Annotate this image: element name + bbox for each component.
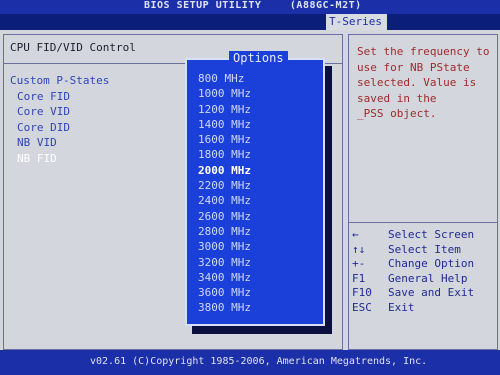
tab-t-series[interactable]: T-Series <box>326 14 387 30</box>
option-item[interactable]: 3600 MHz <box>198 285 251 300</box>
board-model: (A88GC-M2T) <box>289 0 362 11</box>
help-line: _PSS object. <box>357 107 437 120</box>
option-item[interactable]: 3000 MHz <box>198 239 251 254</box>
menu-item[interactable]: Custom P-States <box>10 73 109 89</box>
options-popup: Options 800 MHz 1000 MHz 1200 MHz 1400 MHz 1… <box>185 51 325 326</box>
key-description: Change Option <box>388 257 475 270</box>
key-label: F10 <box>352 286 372 299</box>
help-text: Set the frequency to use for NB PState sel… <box>357 44 492 122</box>
help-line: saved in the <box>357 91 437 105</box>
help-line: Set the frequency to <box>357 45 490 58</box>
key-row: +- Change Option <box>352 257 474 272</box>
key-label: +- <box>352 257 366 270</box>
option-item[interactable]: 1600 MHz <box>198 132 251 147</box>
option-item[interactable]: 800 MHz <box>198 71 251 86</box>
option-item[interactable]: 3800 MHz <box>198 300 251 315</box>
copyright-text: v02.61 (C)Copyright 1985-2006, American … <box>90 356 428 367</box>
option-item[interactable]: 2200 MHz <box>198 178 251 193</box>
option-item[interactable]: 2000 MHz <box>198 163 251 178</box>
option-item[interactable]: 1000 MHz <box>198 86 251 101</box>
option-item[interactable]: 2600 MHz <box>198 209 251 224</box>
option-item[interactable]: 2400 MHz <box>198 193 251 208</box>
options-list: 800 MHz 1000 MHz 1200 MHz 1400 MHz 1600 MHz 1… <box>198 71 251 316</box>
key-label: ESC <box>352 300 372 314</box>
menu-item[interactable]: Core FID <box>10 89 109 105</box>
menu-item[interactable]: NB VID <box>10 135 109 151</box>
settings-list: Custom P-States Core FID Core VID Core DID N… <box>10 73 109 166</box>
popup-title: Options <box>229 51 288 65</box>
option-item[interactable]: 2800 MHz <box>198 224 251 239</box>
menu-item[interactable]: NB FID <box>10 151 109 167</box>
option-item[interactable]: 1400 MHz <box>198 117 251 132</box>
key-row: ESC Exit <box>352 301 474 316</box>
bios-title: BIOS SETUP UTILITY (A88GC-M2T) <box>144 0 362 11</box>
key-label: F1 <box>352 271 366 285</box>
key-description: Select Item <box>388 242 461 256</box>
option-item[interactable]: 1800 MHz <box>198 147 251 162</box>
help-line: selected. Value is <box>357 76 477 89</box>
key-description: General Help <box>388 271 468 285</box>
key-row: F10 Save and Exit <box>352 286 474 301</box>
key-row: ← Select Screen <box>352 228 474 243</box>
key-description: Select Screen <box>388 228 475 241</box>
help-divider <box>348 222 498 223</box>
key-legend: ← Select Screen ↑↓ Select Item +- Change Opti… <box>352 228 474 315</box>
key-label: ↑↓ <box>352 242 366 256</box>
option-item[interactable]: 3200 MHz <box>198 255 251 270</box>
key-label: ← <box>352 228 359 241</box>
key-row: ↑↓ Select Item <box>352 243 474 258</box>
option-item[interactable]: 1200 MHz <box>198 102 251 117</box>
menu-item[interactable]: Core DID <box>10 120 109 136</box>
help-line: use for NB PState <box>357 60 470 74</box>
section-title: CPU FID/VID Control <box>10 41 136 54</box>
key-row: F1 General Help <box>352 272 474 287</box>
menu-item[interactable]: Core VID <box>10 104 109 120</box>
option-item[interactable]: 3400 MHz <box>198 270 251 285</box>
bios-title-text: BIOS SETUP UTILITY <box>144 0 262 11</box>
key-description: Exit <box>388 300 415 314</box>
key-description: Save and Exit <box>388 286 475 299</box>
